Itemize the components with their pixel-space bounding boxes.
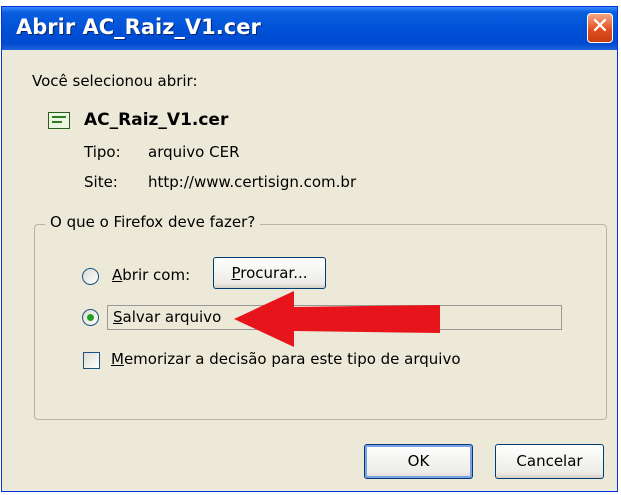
save-file-radio[interactable] xyxy=(82,309,99,326)
type-label: Tipo: xyxy=(84,143,121,161)
browse-access-key: P xyxy=(231,264,241,282)
window-title: Abrir AC_Raiz_V1.cer xyxy=(16,15,261,39)
remember-label-rest: emorizar a decisão para este tipo de arq… xyxy=(123,350,461,368)
open-file-dialog: Abrir AC_Raiz_V1.cer ✕ Você selecionou a… xyxy=(1,6,618,492)
browse-button[interactable]: Procurar... xyxy=(213,257,326,289)
ok-button[interactable]: OK xyxy=(364,444,473,479)
save-file-label[interactable]: Salvar arquivo xyxy=(113,308,221,326)
close-icon: ✕ xyxy=(590,14,610,39)
cancel-button[interactable]: Cancelar xyxy=(495,444,604,479)
save-file-label-rest: alvar arquivo xyxy=(122,308,222,326)
file-name: AC_Raiz_V1.cer xyxy=(84,110,229,130)
dialog-body: Você selecionou abrir: AC_Raiz_V1.cer Ti… xyxy=(2,50,617,491)
type-value: arquivo CER xyxy=(148,143,240,161)
annotation-arrow xyxy=(234,291,440,347)
action-group-title: O que o Firefox deve fazer? xyxy=(45,213,261,231)
title-bar[interactable]: Abrir AC_Raiz_V1.cer ✕ xyxy=(2,7,617,50)
site-value: http://www.certisign.com.br xyxy=(148,173,357,191)
site-label: Site: xyxy=(84,173,118,191)
open-with-access-key: A xyxy=(112,266,123,284)
remember-checkbox[interactable] xyxy=(83,352,100,369)
remember-access-key: M xyxy=(111,350,124,368)
certificate-file-icon xyxy=(48,112,70,129)
arrow-shape xyxy=(234,291,440,347)
browse-label-rest: rocurar... xyxy=(240,264,308,282)
close-button[interactable]: ✕ xyxy=(587,13,613,43)
open-with-radio[interactable] xyxy=(82,268,99,285)
remember-label[interactable]: Memorizar a decisão para este tipo de ar… xyxy=(111,350,461,368)
open-with-label[interactable]: Abrir com: xyxy=(112,266,190,284)
save-file-access-key: S xyxy=(113,308,123,326)
open-with-label-rest: brir com: xyxy=(122,266,191,284)
selection-intro: Você selecionou abrir: xyxy=(32,72,198,90)
